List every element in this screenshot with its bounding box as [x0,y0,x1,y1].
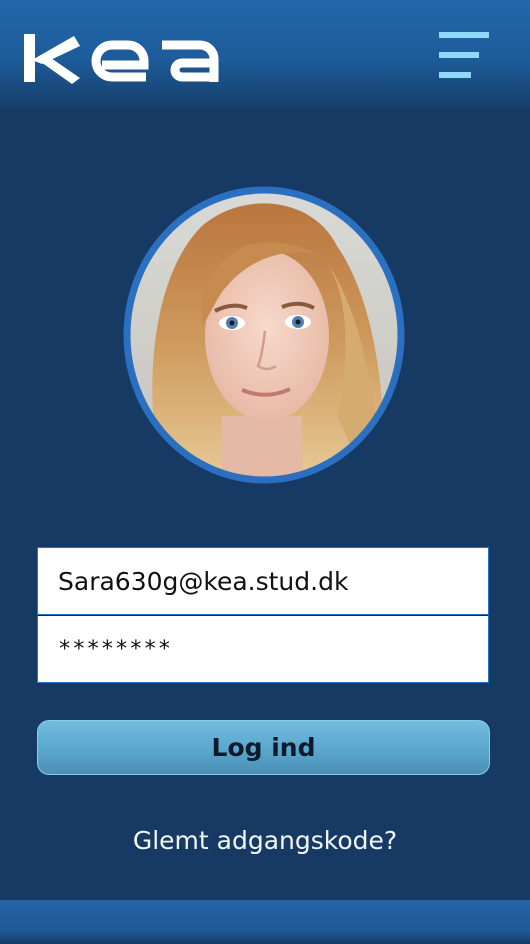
kea-logo[interactable] [24,30,220,86]
app-header [0,0,530,108]
email-field[interactable]: Sara630g@kea.stud.dk [37,547,489,615]
menu-line [439,32,489,38]
forgot-password-link[interactable]: Glemt adgangskode? [0,826,530,855]
profile-avatar [122,186,406,484]
menu-line [439,52,479,58]
footer-bar [0,900,530,944]
login-button[interactable]: Log ind [37,720,490,775]
menu-line [439,72,471,78]
login-form: Sara630g@kea.stud.dk ******** [37,547,489,683]
hamburger-menu-icon[interactable] [436,30,492,82]
password-field[interactable]: ******** [37,615,489,683]
